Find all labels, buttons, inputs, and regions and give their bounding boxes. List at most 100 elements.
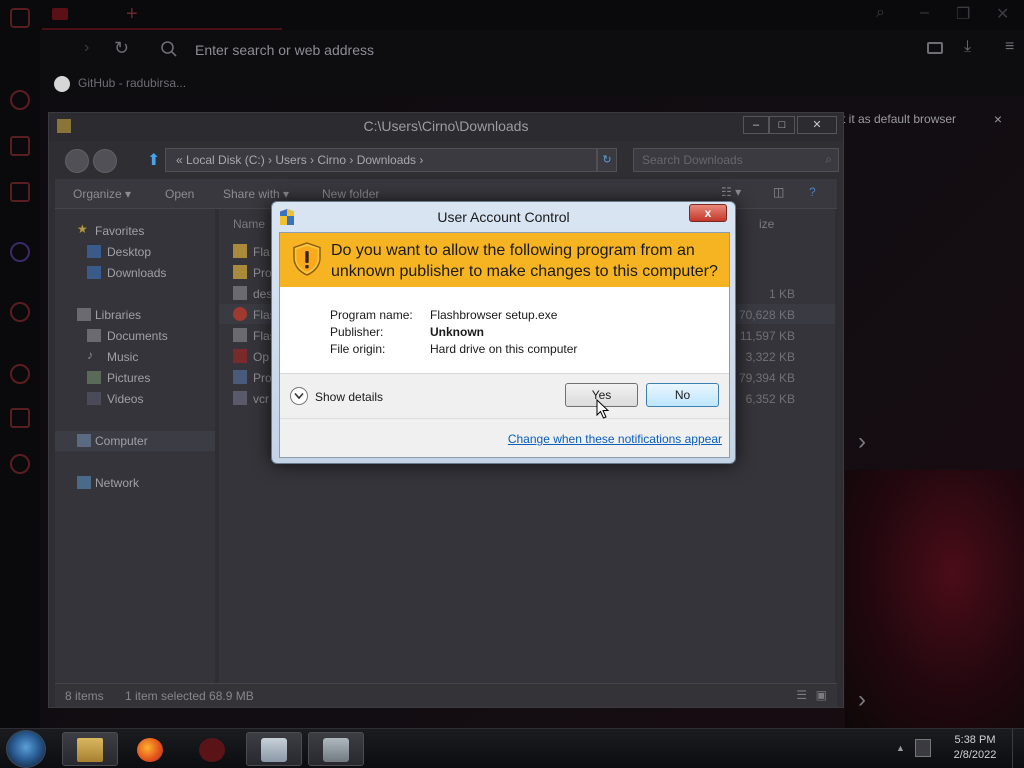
file-name: Pro <box>253 266 272 280</box>
banner-close-icon[interactable]: × <box>994 111 1002 127</box>
folder-icon <box>233 265 247 279</box>
large-icons-view-icon[interactable]: ▣ <box>816 688 827 702</box>
opera-logo-icon[interactable] <box>10 8 30 28</box>
view-options-icon[interactable]: ☷ ▾ <box>721 185 741 199</box>
explorer-maximize-button[interactable]: □ <box>769 116 795 134</box>
forward-icon[interactable]: › <box>84 39 89 57</box>
nav-label: Network <box>95 476 140 490</box>
taskbar-setup-button[interactable] <box>246 732 302 766</box>
tray-expand-icon[interactable]: ▲ <box>896 743 905 753</box>
nav-documents[interactable]: Documents <box>55 326 215 346</box>
address-path: « Local Disk (C:) › Users › Cirno › Down… <box>176 153 424 167</box>
menu-icon[interactable]: ≡ <box>1005 38 1014 56</box>
up-arrow-icon[interactable]: ⬆ <box>147 150 160 170</box>
forward-button[interactable] <box>93 149 117 173</box>
file-name: Pro <box>253 371 272 385</box>
maximize-button[interactable]: ❐ <box>956 4 970 24</box>
downloads-icon[interactable]: ⤓ <box>964 38 971 56</box>
uac-dialog: User Account Control x Do you want to al… <box>271 201 736 464</box>
explorer-titlebar: C:\Users\Cirno\Downloads – □ ✕ <box>49 113 843 141</box>
explorer-close-button[interactable]: ✕ <box>797 116 837 134</box>
bookmarks-bar: GitHub - radubirsa... <box>40 72 1024 96</box>
start-button[interactable] <box>6 730 46 768</box>
show-desktop-button[interactable] <box>1012 729 1024 768</box>
show-details-toggle[interactable]: Show details <box>315 390 383 404</box>
show-details-chevron-icon[interactable] <box>290 387 308 405</box>
footer-divider <box>280 418 729 419</box>
no-button[interactable]: No <box>646 383 719 407</box>
clock-date[interactable]: 2/8/2022 <box>944 749 1006 761</box>
taskbar-firefox-button[interactable] <box>122 732 178 766</box>
nav-music[interactable]: ♪ Music <box>55 347 215 367</box>
close-button[interactable]: ✕ <box>996 4 1009 24</box>
column-header-size[interactable]: ize <box>759 217 774 231</box>
preview-pane-icon[interactable]: ◫ <box>773 185 784 199</box>
new-folder-button[interactable]: New folder <box>322 187 379 201</box>
nav-videos[interactable]: Videos <box>55 389 215 409</box>
explorer-folder-icon <box>77 738 103 762</box>
firefox-icon <box>137 738 163 762</box>
file-icon <box>233 328 247 342</box>
search-downloads-input[interactable]: Search Downloads ⌕ <box>633 148 839 172</box>
messenger-icon[interactable] <box>10 242 30 262</box>
history-icon[interactable] <box>10 364 30 384</box>
setup-app-icon <box>261 738 287 762</box>
settings-gear-icon[interactable] <box>10 454 30 474</box>
publisher-value: Unknown <box>430 325 484 339</box>
open-button[interactable]: Open <box>165 187 194 201</box>
program-name-label: Program name: <box>330 308 413 322</box>
organize-button[interactable]: Organize ▾ <box>73 187 131 201</box>
search-icon <box>161 41 177 57</box>
browser-sidebar <box>0 0 40 728</box>
search-tabs-icon[interactable]: ⌕ <box>876 4 885 22</box>
network-tray-icon[interactable] <box>915 739 931 757</box>
uac-app-icon <box>323 738 349 762</box>
computer-icon <box>77 434 91 447</box>
mouse-cursor-icon <box>596 399 610 419</box>
file-icon <box>233 286 247 300</box>
help-icon[interactable]: ? <box>809 185 816 199</box>
url-input[interactable]: Enter search or web address <box>195 42 374 58</box>
nav-libraries[interactable]: Libraries <box>55 305 215 325</box>
nav-network[interactable]: Network <box>55 473 215 493</box>
details-view-icon[interactable]: ☰ <box>796 688 807 702</box>
minimize-button[interactable]: – <box>920 4 929 22</box>
reload-icon[interactable]: ↻ <box>114 38 129 59</box>
uac-warning-banner: Do you want to allow the following progr… <box>280 233 729 287</box>
nav-label: Videos <box>107 392 144 406</box>
column-header-name[interactable]: Name <box>233 217 265 231</box>
cube-icon[interactable] <box>10 408 30 428</box>
network-icon <box>77 476 91 489</box>
change-notifications-link[interactable]: Change when these notifications appear <box>508 432 722 446</box>
new-tab-button[interactable]: + <box>126 3 138 26</box>
twitch-icon[interactable] <box>10 182 30 202</box>
nav-pictures[interactable]: Pictures <box>55 368 215 388</box>
bookmark-github[interactable]: GitHub - radubirsa... <box>78 76 186 90</box>
speed-dial-icon[interactable] <box>10 90 30 110</box>
uac-close-button[interactable]: x <box>689 204 727 222</box>
clock-time[interactable]: 5:38 PM <box>944 734 1006 746</box>
carousel-next-icon[interactable]: › <box>858 428 866 456</box>
snapshot-camera-icon[interactable] <box>927 42 943 54</box>
uac-question: Do you want to allow the following progr… <box>331 242 718 280</box>
player-icon[interactable] <box>10 302 30 322</box>
nav-computer[interactable]: Computer <box>55 431 215 451</box>
taskbar-opera-button[interactable] <box>184 732 240 766</box>
taskbar-uac-button[interactable] <box>308 732 364 766</box>
shopping-bag-icon[interactable] <box>10 136 30 156</box>
explorer-address-bar: ⬆ « Local Disk (C:) › Users › Cirno › Do… <box>55 145 839 175</box>
carousel-next-icon-2[interactable]: › <box>858 686 866 714</box>
browser-tab-active[interactable] <box>42 0 282 30</box>
refresh-button[interactable]: ↻ <box>597 148 617 172</box>
address-field[interactable]: « Local Disk (C:) › Users › Cirno › Down… <box>165 148 702 172</box>
pictures-icon <box>87 371 101 384</box>
nav-desktop[interactable]: Desktop <box>55 242 215 262</box>
back-button[interactable] <box>65 149 89 173</box>
nav-downloads[interactable]: Downloads <box>55 263 215 283</box>
taskbar-explorer-button[interactable] <box>62 732 118 766</box>
nav-favorites[interactable]: ★ Favorites <box>55 221 215 241</box>
share-with-button[interactable]: Share with ▾ <box>223 187 289 201</box>
file-size: 6,352 KB <box>745 392 795 406</box>
explorer-minimize-button[interactable]: – <box>743 116 769 134</box>
flash-installer-icon <box>233 307 247 321</box>
